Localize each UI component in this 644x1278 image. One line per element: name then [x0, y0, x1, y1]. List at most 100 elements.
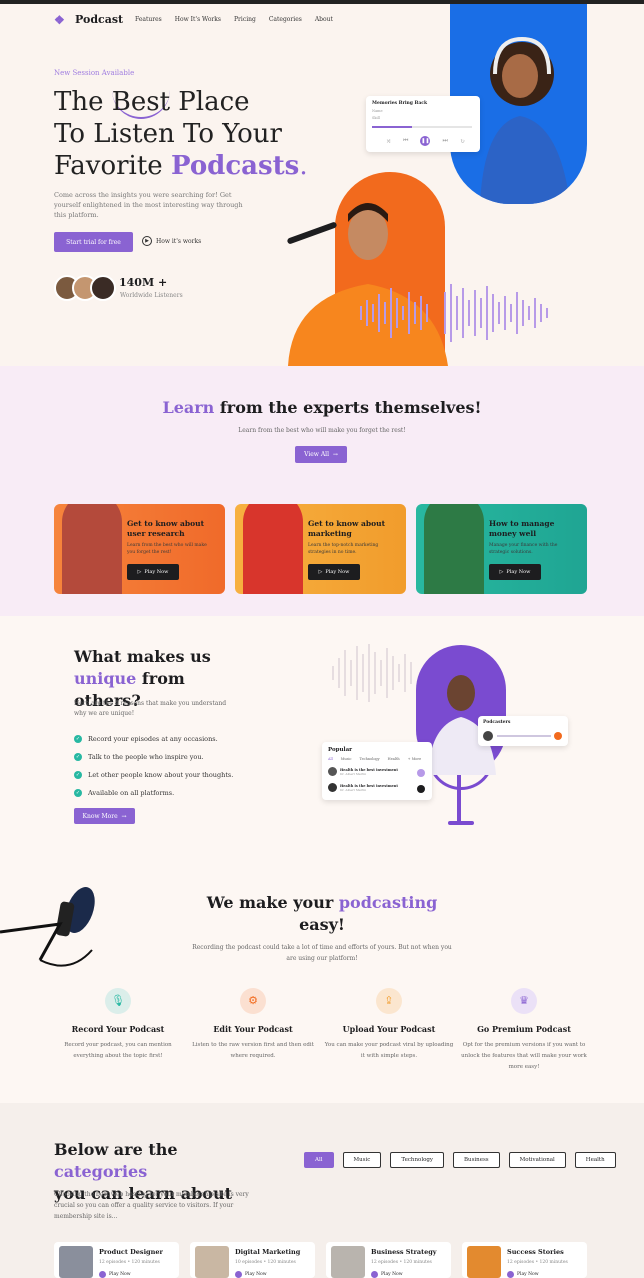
- hero-title: The Best Place To Listen To Your Favorit…: [54, 87, 308, 181]
- easy-title: We make your podcasting easy!: [206, 893, 438, 934]
- pause-icon[interactable]: ❚❚: [420, 136, 431, 146]
- tab-technology[interactable]: Technology: [360, 757, 380, 761]
- filter-business[interactable]: Business: [453, 1152, 500, 1168]
- check-icon: ✓: [74, 735, 82, 743]
- play-icon: [507, 1271, 514, 1278]
- category-thumbnail: [467, 1246, 501, 1278]
- feature-desc: Listen to the raw version first and then…: [192, 1042, 314, 1059]
- listeners-label: Worldwide Listeners: [120, 292, 183, 299]
- music-player-card[interactable]: Memories Bring Back Name Skill ⤨ ⏮ ❚❚ ⏭ …: [366, 96, 480, 152]
- learn-title: Learn from the experts themselves!: [162, 398, 482, 417]
- speaker-photo: [243, 504, 303, 594]
- category-title: Business Strategy: [371, 1248, 437, 1256]
- feature-desc: You can make your podcast viral by uploa…: [324, 1042, 454, 1059]
- list-item[interactable]: Health is the best investment Dr. Albert …: [328, 767, 398, 776]
- speaker-photo: [424, 504, 484, 594]
- category-meta: 12 episodes • 120 minutes: [99, 1260, 160, 1265]
- course-card[interactable]: Get to know about user research Learn fr…: [54, 504, 225, 594]
- avatar: [483, 731, 493, 741]
- popular-card[interactable]: Popular All Music Technology Health + Mo…: [322, 742, 432, 800]
- nav-about[interactable]: About: [315, 16, 333, 23]
- feature-edit: ⚙ Edit Your Podcast Listen to the raw ve…: [178, 988, 328, 1062]
- know-more-button[interactable]: Know More →: [74, 808, 135, 824]
- player-meta: Skill: [372, 116, 380, 120]
- filter-health[interactable]: Health: [574, 1152, 616, 1168]
- filter-music[interactable]: Music: [342, 1152, 382, 1168]
- check-icon: ✓: [74, 753, 82, 761]
- list-item: ✓ Talk to the people who inspire you.: [74, 753, 204, 761]
- player-artist: Name: [372, 109, 383, 113]
- next-icon[interactable]: ⏭: [442, 137, 447, 145]
- nav-features[interactable]: Features: [135, 16, 162, 23]
- course-card[interactable]: How to manage money well Manage your fin…: [416, 504, 587, 594]
- category-card[interactable]: Digital Marketing 10 episodes • 120 minu…: [190, 1242, 315, 1278]
- how-it-works-link[interactable]: ▶ How it's works: [142, 236, 201, 246]
- play-icon[interactable]: [554, 732, 562, 740]
- category-meta: 12 episodes • 120 minutes: [371, 1260, 432, 1265]
- player-track-title: Memories Bring Back: [372, 101, 428, 106]
- category-thumbnail: [59, 1246, 93, 1278]
- start-trial-button[interactable]: Start trial for free: [54, 232, 133, 252]
- feature-title: Edit Your Podcast: [213, 1024, 293, 1034]
- upload-icon: ⇪: [376, 988, 402, 1014]
- logo[interactable]: ❖ Podcast: [54, 13, 123, 26]
- crown-icon: ♛: [511, 988, 537, 1014]
- nav-how-it-works[interactable]: How It's Works: [175, 16, 221, 23]
- play-now-button[interactable]: Play Now: [371, 1271, 403, 1278]
- check-icon: ✓: [74, 789, 82, 797]
- audio-waveform: [497, 735, 551, 737]
- nav-categories[interactable]: Categories: [269, 16, 302, 23]
- player-progress[interactable]: [372, 126, 472, 128]
- filter-all[interactable]: All: [304, 1152, 334, 1168]
- player-controls: ⤨ ⏮ ❚❚ ⏭ ↻: [386, 136, 465, 146]
- course-card-title: Get to know about user research: [127, 519, 205, 538]
- popular-title: Popular: [328, 747, 353, 753]
- feature-record: 🎙 Record Your Podcast Record your podcas…: [43, 988, 193, 1062]
- category-title: Digital Marketing: [235, 1248, 301, 1256]
- list-item: ✓ Available on all platforms.: [74, 789, 175, 797]
- shuffle-icon[interactable]: ⤨: [386, 138, 391, 145]
- previous-icon[interactable]: ⏮: [403, 137, 408, 145]
- play-icon: [99, 1271, 106, 1278]
- filter-technology[interactable]: Technology: [390, 1152, 445, 1168]
- feature-title: Record Your Podcast: [71, 1024, 165, 1034]
- course-card-title: How to manage money well: [489, 519, 555, 538]
- categories-subtitle: Choosing the best web hosting for your m…: [54, 1191, 249, 1220]
- category-card[interactable]: Success Stories 12 episodes • 120 minute…: [462, 1242, 587, 1278]
- play-icon: [371, 1271, 378, 1278]
- feature-title: Upload Your Podcast: [342, 1024, 436, 1034]
- category-meta: 10 episodes • 120 minutes: [235, 1260, 296, 1265]
- list-item[interactable]: Health is the best investment Dr. Albert …: [328, 783, 398, 792]
- category-card[interactable]: Business Strategy 12 episodes • 120 minu…: [326, 1242, 451, 1278]
- tab-more[interactable]: + More: [408, 757, 421, 761]
- play-now-button[interactable]: ▷ Play Now: [127, 564, 179, 580]
- play-icon: ▶: [142, 236, 152, 246]
- play-now-button[interactable]: Play Now: [99, 1271, 131, 1278]
- tab-health[interactable]: Health: [388, 757, 400, 761]
- category-card[interactable]: Product Designer 12 episodes • 120 minut…: [54, 1242, 179, 1278]
- play-now-button[interactable]: Play Now: [507, 1271, 539, 1278]
- repeat-icon[interactable]: ↻: [460, 138, 465, 145]
- pause-icon[interactable]: [417, 785, 425, 793]
- settings-icon: ⚙: [240, 988, 266, 1014]
- feature-title: Go Premium Podcast: [477, 1024, 571, 1034]
- tab-all[interactable]: All: [328, 757, 333, 761]
- podcasters-card[interactable]: Podcasters: [478, 716, 568, 746]
- play-icon[interactable]: [417, 769, 425, 777]
- list-item: ✓ Record your episodes at any occasions.: [74, 735, 218, 743]
- tab-music[interactable]: Music: [341, 757, 352, 761]
- hero-subtitle: Come across the insights you were search…: [54, 191, 243, 219]
- check-icon: ✓: [74, 771, 82, 779]
- main-nav: Features How It's Works Pricing Categori…: [135, 16, 333, 23]
- nav-pricing[interactable]: Pricing: [234, 16, 256, 23]
- category-filters: All Music Technology Business Motivation…: [304, 1152, 616, 1168]
- play-now-button[interactable]: ▷ Play Now: [489, 564, 541, 580]
- podcasters-title: Podcasters: [483, 720, 511, 725]
- soundwave-graphic: [360, 284, 548, 342]
- play-now-button[interactable]: Play Now: [235, 1271, 267, 1278]
- view-all-button[interactable]: View All →: [295, 446, 347, 463]
- filter-motivational[interactable]: Motivational: [508, 1152, 566, 1168]
- mic-stand: [457, 775, 461, 823]
- play-now-button[interactable]: ▷ Play Now: [308, 564, 360, 580]
- course-card[interactable]: Get to know about marketing Learn the to…: [235, 504, 406, 594]
